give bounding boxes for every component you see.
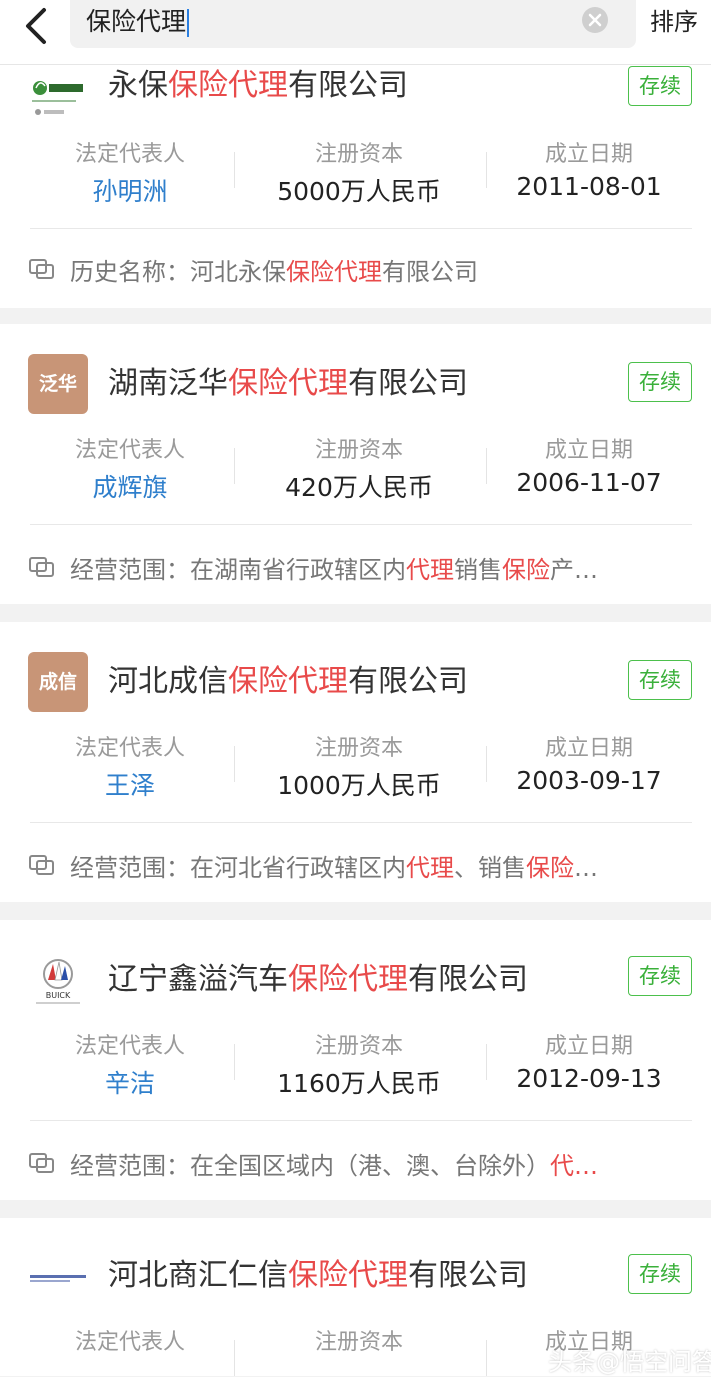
divider	[30, 228, 692, 229]
legal-rep-link[interactable]: 孙明洲	[10, 172, 250, 208]
legal-rep-label: 法定代表人	[74, 142, 185, 167]
company-logo	[28, 68, 88, 128]
company-card[interactable]: 成信 河北成信保险代理有限公司 存续 法定代表人 注册资本 成立日期 王泽 10…	[0, 622, 711, 902]
legal-rep-label: 法定代表人	[74, 438, 185, 463]
text-caret	[187, 9, 190, 37]
company-name[interactable]: 永保保险代理有限公司	[108, 66, 408, 106]
capital-label: 注册资本	[314, 1034, 403, 1059]
company-card[interactable]: BUICK 辽宁鑫溢汽车保险代理有限公司 存续 法定代表人 注册资本 成立日期 …	[0, 920, 711, 1200]
scope-icon	[29, 557, 54, 577]
status-badge: 存续	[628, 362, 692, 402]
legal-rep-label: 法定代表人	[74, 1034, 185, 1059]
divider	[30, 822, 692, 823]
company-name[interactable]: 湖南泛华保险代理有限公司	[108, 364, 468, 404]
column-divider	[234, 1340, 235, 1376]
company-logo: BUICK	[28, 950, 88, 1010]
established-label: 成立日期	[544, 1034, 633, 1059]
capital-value: 5000万人民币	[277, 177, 441, 206]
capital-value: 420万人民币	[285, 473, 433, 502]
company-logo	[28, 1248, 88, 1308]
company-logo: 成信	[28, 652, 88, 712]
business-scope-text: 经营范围：在全国区域内（港、澳、台除外）代…	[70, 1152, 598, 1180]
company-card[interactable]: 永保保险代理有限公司 存续 法定代表人 注册资本 成立日期 孙明洲 5000万人…	[0, 52, 711, 308]
legal-rep-link[interactable]: 辛洁	[10, 1064, 250, 1100]
back-button[interactable]	[14, 6, 58, 50]
scope-icon	[29, 1153, 54, 1173]
capital-label: 注册资本	[314, 142, 403, 167]
established-value: 2003-09-17	[516, 766, 662, 795]
yongbao-logo-icon	[32, 81, 83, 115]
established-label: 成立日期	[544, 736, 633, 761]
business-scope-text: 经营范围：在湖南省行政辖区内代理销售保险产…	[70, 556, 598, 584]
legal-rep-label: 法定代表人	[74, 736, 185, 761]
close-icon	[588, 13, 602, 27]
company-logo: 泛华	[28, 354, 88, 414]
established-label: 成立日期	[544, 142, 633, 167]
capital-label: 注册资本	[314, 736, 403, 761]
watermark: 头条@悟空问答	[548, 1348, 711, 1376]
history-icon	[29, 259, 54, 279]
capital-label: 注册资本	[314, 1330, 403, 1355]
established-value: 2006-11-07	[516, 468, 662, 497]
legal-rep-label: 法定代表人	[74, 1330, 185, 1355]
established-label: 成立日期	[544, 438, 633, 463]
buick-logo-icon: BUICK	[36, 959, 80, 1004]
logo-text: BUICK	[46, 991, 71, 1000]
company-name[interactable]: 辽宁鑫溢汽车保险代理有限公司	[108, 960, 528, 1000]
search-query: 保险代理	[86, 7, 187, 36]
capital-value: 1000万人民币	[277, 771, 441, 800]
history-name-text: 历史名称：河北永保保险代理有限公司	[70, 258, 478, 286]
company-name[interactable]: 河北成信保险代理有限公司	[108, 662, 468, 702]
capital-label: 注册资本	[314, 438, 403, 463]
established-value: 2011-08-01	[516, 172, 662, 201]
shanghui-logo-icon	[30, 1275, 86, 1282]
legal-rep-link[interactable]: 成辉旗	[10, 468, 250, 504]
top-bar: 保险代理 排序	[0, 0, 711, 65]
legal-rep-link[interactable]: 王泽	[10, 766, 250, 802]
status-badge: 存续	[628, 660, 692, 700]
search-input[interactable]: 保险代理	[70, 0, 636, 48]
chevron-left-icon	[26, 8, 46, 44]
capital-value: 1160万人民币	[277, 1069, 441, 1098]
status-badge: 存续	[628, 956, 692, 996]
company-card[interactable]: 泛华 湖南泛华保险代理有限公司 存续 法定代表人 注册资本 成立日期 成辉旗 4…	[0, 324, 711, 604]
status-badge: 存续	[628, 1254, 692, 1294]
column-divider	[486, 1340, 487, 1376]
established-value: 2012-09-13	[516, 1064, 662, 1093]
divider	[30, 1120, 692, 1121]
divider	[30, 524, 692, 525]
clear-search-button[interactable]	[582, 7, 608, 33]
status-badge: 存续	[628, 66, 692, 106]
business-scope-text: 经营范围：在河北省行政辖区内代理、销售保险…	[70, 854, 598, 882]
scope-icon	[29, 855, 54, 875]
company-name[interactable]: 河北商汇仁信保险代理有限公司	[108, 1256, 528, 1296]
sort-button[interactable]: 排序	[650, 4, 698, 40]
